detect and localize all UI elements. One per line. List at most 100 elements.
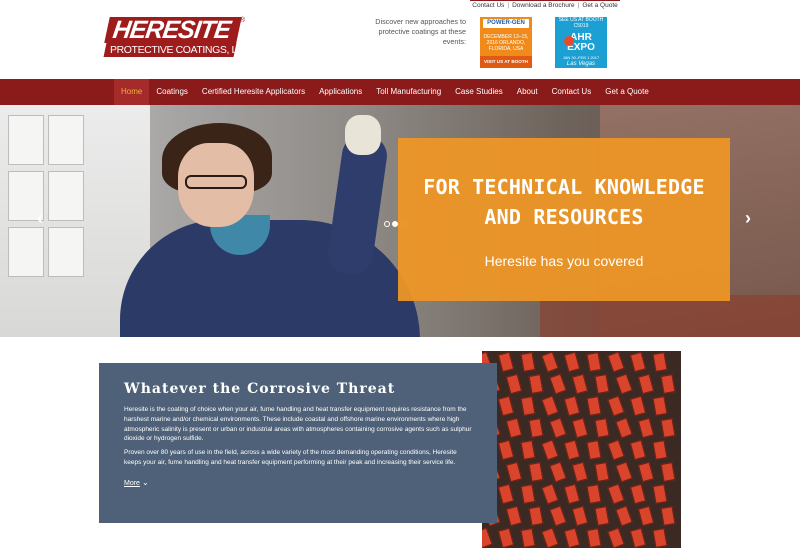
powergen-logo: POWER-GEN xyxy=(483,19,529,28)
separator: | xyxy=(507,1,510,9)
section-title: Whatever the Corrosive Threat xyxy=(124,381,396,397)
coil-fin xyxy=(652,528,668,548)
ahr-star-icon xyxy=(564,36,574,46)
nav-list: Home Coatings Certified Heresite Applicato… xyxy=(114,79,656,105)
coil-fin xyxy=(497,395,515,417)
nav-item-about[interactable]: About xyxy=(510,79,545,105)
coil-fin xyxy=(497,483,515,505)
coil-fin xyxy=(549,505,567,527)
coil-fin xyxy=(607,483,625,505)
main-nav: Home Coatings Certified Heresite Applicato… xyxy=(0,79,800,105)
coil-fin xyxy=(660,462,676,482)
coil-fin xyxy=(497,439,515,461)
nav-item-contact-us[interactable]: Contact Us xyxy=(545,79,599,105)
utility-links: Contact Us | Download a Brochure | Get a… xyxy=(470,0,620,10)
coil-fin xyxy=(629,483,647,505)
coil-fin xyxy=(520,352,536,372)
coil-fin xyxy=(520,484,536,504)
hero-caption-box: FOR TECHNICAL KNOWLEDGE AND RESOURCES He… xyxy=(398,138,730,301)
coil-fin xyxy=(660,418,676,438)
logo-tagline: PROTECTIVE COATINGS, LLC xyxy=(103,43,250,57)
logo-wordmark: HERESITE xyxy=(104,16,242,44)
coil-fin xyxy=(563,395,581,417)
separator: | xyxy=(577,1,580,9)
coil-fin xyxy=(660,374,676,394)
coil-fin xyxy=(629,527,647,548)
hero-slider: FOR TECHNICAL KNOWLEDGE AND RESOURCES He… xyxy=(0,105,800,337)
powergen-booth: VISIT US AT BOOTH #4301 xyxy=(480,56,532,68)
coil-fin xyxy=(586,396,602,416)
logo-main-text: HERESITE xyxy=(110,16,232,44)
hero-subtitle: Heresite has you covered xyxy=(484,253,644,269)
nav-item-coatings[interactable]: Coatings xyxy=(149,79,195,105)
nav-item-get-a-quote[interactable]: Get a Quote xyxy=(598,79,656,105)
coil-fin xyxy=(528,374,544,394)
coil-fin xyxy=(528,506,544,526)
coil-fin xyxy=(615,461,633,483)
coil-fin xyxy=(637,373,655,395)
coil-fin xyxy=(571,417,589,439)
coil-fin xyxy=(549,373,567,395)
ahr-expo-event-badge[interactable]: SEE US AT BOOTH C5019 AHR EXPO JAN 30–FE… xyxy=(555,17,607,68)
coil-fin xyxy=(607,439,625,461)
hero-background-shelf xyxy=(540,295,800,337)
coil-fin xyxy=(637,461,655,483)
coil-fin xyxy=(541,483,559,505)
next-slide-icon[interactable]: › xyxy=(745,209,751,227)
coil-fin xyxy=(563,483,581,505)
section-paragraph-1: Heresite is the coating of choice when y… xyxy=(124,406,472,443)
coil-fin xyxy=(615,505,633,527)
coil-fin xyxy=(586,484,602,504)
coil-fin xyxy=(594,418,610,438)
more-link[interactable]: More xyxy=(124,480,140,487)
coil-fin xyxy=(571,505,589,527)
coil-fin xyxy=(520,396,536,416)
coil-fin xyxy=(586,528,602,548)
coil-fin xyxy=(629,351,647,373)
get-quote-link[interactable]: Get a Quote xyxy=(582,2,617,9)
coil-fin xyxy=(652,396,668,416)
coil-fin xyxy=(497,351,515,373)
nav-item-certified-heresite-applicators[interactable]: Certified Heresite Applicators xyxy=(195,79,312,105)
coil-fin xyxy=(607,395,625,417)
coil-fin xyxy=(563,351,581,373)
logo[interactable]: HERESITE PROTECTIVE COATINGS, LLC ® xyxy=(103,16,250,57)
coil-fin xyxy=(528,418,544,438)
coil-fin xyxy=(660,506,676,526)
coil-fin xyxy=(586,440,602,460)
coil-fin xyxy=(637,417,655,439)
nav-item-case-studies[interactable]: Case Studies xyxy=(448,79,510,105)
powergen-date: DECEMBER 13–15, 2016 ORLANDO, FLORIDA, U… xyxy=(483,34,529,52)
coil-fin xyxy=(586,352,602,372)
coil-fin xyxy=(652,484,668,504)
powergen-event-badge[interactable]: POWER-GEN DECEMBER 13–15, 2016 ORLANDO, … xyxy=(480,17,532,68)
coil-fin xyxy=(520,528,536,548)
ahr-logo-line2: EXPO xyxy=(567,42,595,53)
coil-fin xyxy=(652,440,668,460)
prev-slide-icon[interactable]: ‹ xyxy=(37,209,43,227)
coil-fin xyxy=(563,527,581,548)
coil-fin xyxy=(505,505,523,527)
coil-fin xyxy=(541,351,559,373)
nav-item-applications[interactable]: Applications xyxy=(312,79,369,105)
coil-fin xyxy=(615,417,633,439)
ahr-booth: SEE US AT BOOTH C5019 xyxy=(558,17,604,29)
coil-fin xyxy=(594,506,610,526)
nav-item-toll-manufacturing[interactable]: Toll Manufacturing xyxy=(369,79,448,105)
registered-mark: ® xyxy=(240,17,246,24)
coil-fin xyxy=(652,352,668,372)
logo-sub-text: PROTECTIVE COATINGS, LLC xyxy=(110,44,250,56)
slide-dot[interactable] xyxy=(384,221,390,227)
coil-fin xyxy=(615,373,633,395)
utility-bar-accent xyxy=(470,0,620,1)
download-brochure-link[interactable]: Download a Brochure xyxy=(512,2,575,9)
corroded-coils-photo xyxy=(482,351,681,548)
events-intro: Discover new approaches to protective co… xyxy=(375,17,466,46)
chevron-down-icon: ⌄ xyxy=(141,477,149,487)
coil-fin xyxy=(607,527,625,548)
hero-title-line1: FOR TECHNICAL KNOWLEDGE xyxy=(423,175,705,199)
nav-item-home[interactable]: Home xyxy=(114,79,150,105)
coil-fin xyxy=(563,439,581,461)
contact-link[interactable]: Contact Us xyxy=(472,2,504,9)
coil-fin xyxy=(637,505,655,527)
